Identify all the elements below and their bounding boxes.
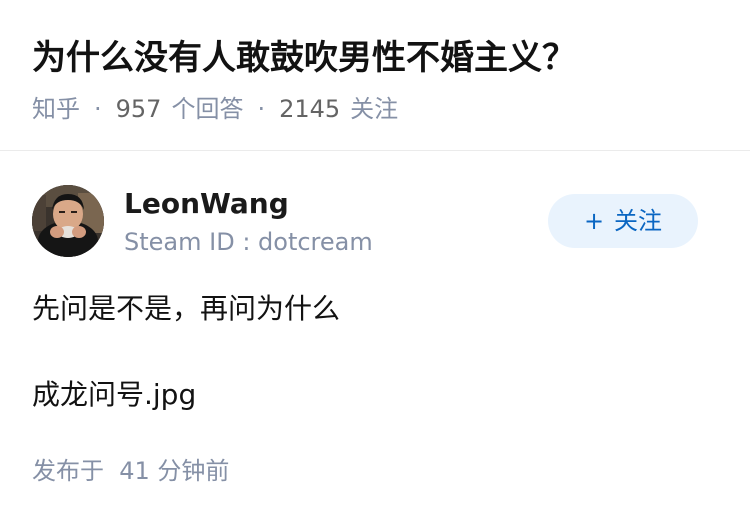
follow-button-label: 关注 bbox=[614, 207, 663, 235]
follow-button[interactable]: + 关注 bbox=[548, 194, 698, 248]
meta-separator: · bbox=[257, 95, 266, 123]
avatar-photo-icon bbox=[32, 185, 104, 257]
question-meta: 知乎 · 957 个回答 · 2145 关注 bbox=[32, 92, 398, 126]
author-name[interactable]: LeonWang bbox=[124, 185, 289, 223]
question-header: 为什么没有人敢鼓吹男性不婚主义？ 知乎 · 957 个回答 · 2145 关注 bbox=[0, 0, 750, 151]
answer-count-label: 个回答 bbox=[171, 95, 244, 123]
answer-content: 先问是不是，再问为什么 成龙问号.jpg bbox=[32, 287, 718, 417]
publish-time-value: 41 分钟前 bbox=[119, 457, 230, 485]
answer-paragraph: 成龙问号.jpg bbox=[32, 378, 197, 411]
meta-separator: · bbox=[94, 95, 102, 123]
source-label: 知乎 bbox=[32, 95, 80, 123]
plus-icon: + bbox=[583, 207, 605, 235]
avatar[interactable] bbox=[32, 185, 104, 257]
author-block: LeonWang Steam ID : dotcream + 关注 bbox=[32, 185, 718, 259]
follower-count-label: 关注 bbox=[350, 95, 399, 123]
question-title[interactable]: 为什么没有人敢鼓吹男性不婚主义？ bbox=[32, 34, 576, 82]
publish-prefix: 发布于 bbox=[32, 457, 104, 485]
follower-count: 2145 bbox=[279, 95, 341, 123]
answer-paragraph: 先问是不是，再问为什么 bbox=[32, 292, 341, 325]
author-headline: Steam ID : dotcream bbox=[124, 228, 373, 256]
publish-time: 发布于 41 分钟前 bbox=[32, 454, 229, 488]
answer-count: 957 bbox=[115, 95, 162, 123]
